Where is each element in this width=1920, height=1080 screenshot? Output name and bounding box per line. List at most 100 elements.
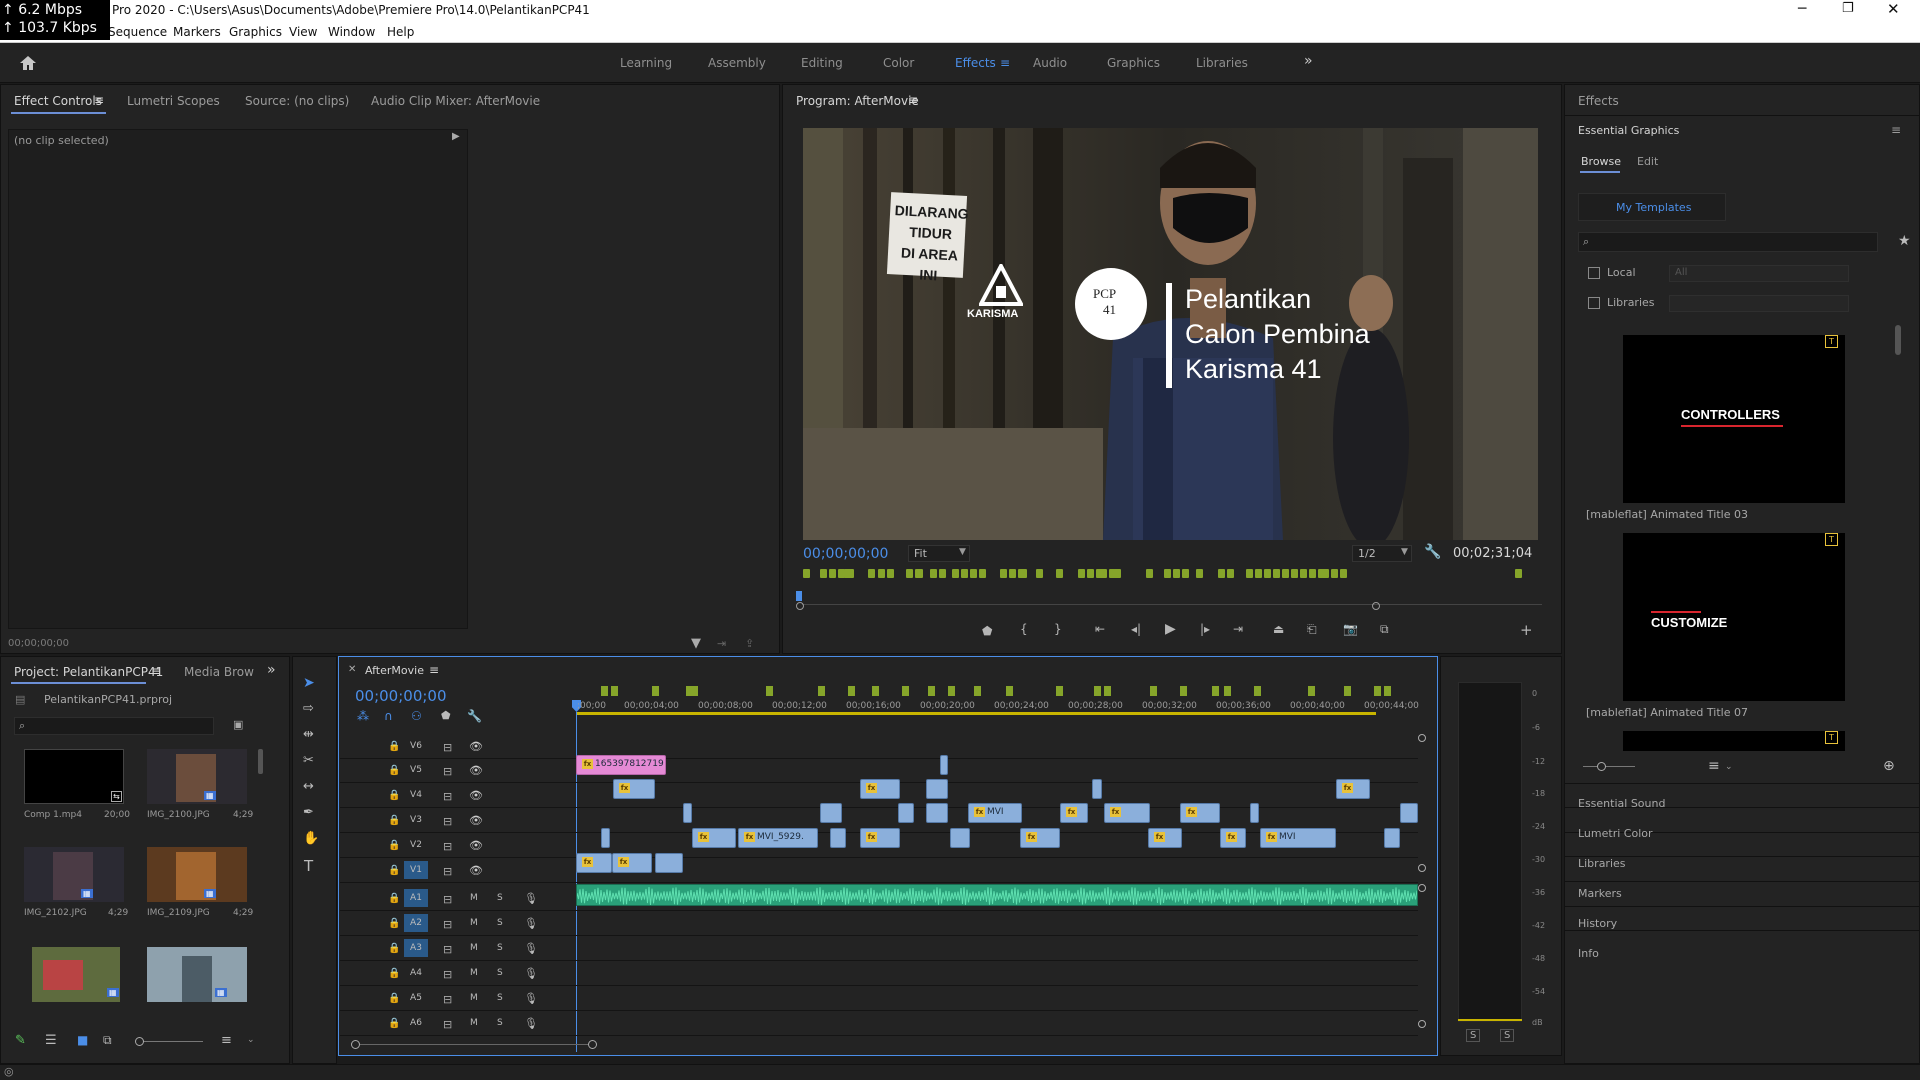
timeline-marker[interactable] <box>1180 686 1187 696</box>
timeline-clip[interactable] <box>940 755 948 775</box>
timeline-marker[interactable] <box>1212 686 1219 696</box>
menu-markers[interactable]: Markers <box>173 25 221 39</box>
timeline-clip[interactable] <box>820 803 842 823</box>
play-icon[interactable]: ▶ <box>1165 621 1176 637</box>
audio-track-scroll-top[interactable] <box>1418 884 1426 892</box>
tab-edit[interactable]: Edit <box>1637 155 1658 168</box>
timeline-clip[interactable]: fx <box>1104 803 1150 823</box>
menu-window[interactable]: Window <box>328 25 375 39</box>
tab-lumetri-scopes[interactable]: Lumetri Scopes <box>127 94 220 108</box>
tab-project[interactable]: Project: PelantikanPCP41 <box>14 665 163 679</box>
template-thumb-3[interactable] <box>1623 731 1845 751</box>
workspace-libraries[interactable]: Libraries <box>1196 56 1248 70</box>
program-marker[interactable] <box>1264 569 1271 578</box>
timeline-clip[interactable] <box>830 828 846 848</box>
program-scrub-bar[interactable] <box>802 604 1542 605</box>
audio-track-scroll-bottom[interactable] <box>1418 1020 1426 1028</box>
settings-wrench-icon[interactable]: 🔧 <box>1424 544 1441 560</box>
new-bin-icon[interactable]: ▣ <box>233 718 243 731</box>
template-2-name[interactable]: [mableflat] Animated Title 07 <box>1586 706 1748 719</box>
timeline-clip[interactable] <box>926 779 948 799</box>
work-area-bar[interactable] <box>576 712 1376 715</box>
workspace-audio[interactable]: Audio <box>1033 56 1067 70</box>
program-marker[interactable] <box>1291 569 1298 578</box>
pencil-icon[interactable]: ✎ <box>15 1033 26 1048</box>
resolution-select[interactable]: 1/2 ▼ <box>1352 545 1412 562</box>
program-marker[interactable] <box>1255 569 1262 578</box>
timeline-marker[interactable] <box>611 686 618 696</box>
program-marker[interactable] <box>1331 569 1338 578</box>
workspace-effects[interactable]: Effects <box>955 56 996 70</box>
workspace-editing[interactable]: Editing <box>801 56 843 70</box>
program-marker[interactable] <box>1000 569 1007 578</box>
timeline-marker[interactable] <box>1224 686 1231 696</box>
type-tool-icon[interactable]: T <box>304 857 313 875</box>
timeline-marker[interactable] <box>652 686 659 696</box>
pen-tool-icon[interactable]: ✒ <box>303 805 314 820</box>
libraries-checkbox[interactable] <box>1588 297 1600 309</box>
timeline-marker[interactable] <box>1056 686 1063 696</box>
timeline-settings-icon[interactable]: 🔧 <box>467 709 482 723</box>
nest-icon[interactable]: ⁂ <box>357 709 369 723</box>
my-templates-button[interactable]: My Templates <box>1578 193 1726 221</box>
program-playhead[interactable] <box>796 591 802 601</box>
workspace-graphics[interactable]: Graphics <box>1107 56 1160 70</box>
scroll-handle-left[interactable] <box>796 602 804 610</box>
timeline-marker[interactable] <box>1308 686 1315 696</box>
template-thumb-1[interactable]: CONTROLLERS <box>1623 335 1845 503</box>
program-marker[interactable] <box>1246 569 1253 578</box>
program-marker[interactable] <box>803 569 810 578</box>
sort-icon[interactable]: ≡ <box>1708 758 1720 774</box>
linked-selection-icon[interactable]: ⚇ <box>411 709 422 723</box>
essential-graphics-menu-icon[interactable]: ≡ <box>1891 123 1901 137</box>
program-marker[interactable] <box>1300 569 1307 578</box>
mark-in-icon[interactable]: { <box>1020 622 1028 636</box>
section-markers[interactable]: Markers <box>1578 887 1622 900</box>
timeline-clip[interactable]: fx <box>860 779 900 799</box>
thumb-size-slider[interactable] <box>1583 766 1635 767</box>
close-button[interactable]: ✕ <box>1887 0 1900 18</box>
timeline-marker[interactable] <box>601 686 608 696</box>
timeline-clip[interactable] <box>1384 828 1400 848</box>
program-marker[interactable] <box>829 569 836 578</box>
timeline-zoom-scroll[interactable] <box>355 1044 595 1045</box>
lift-icon[interactable]: ⏏ <box>1273 622 1284 636</box>
program-marker[interactable] <box>1309 569 1316 578</box>
program-marker[interactable] <box>820 569 827 578</box>
timeline-clip[interactable]: fx <box>1180 803 1220 823</box>
timeline-clip[interactable]: fx <box>1020 828 1060 848</box>
timeline-clip[interactable]: fx <box>1336 779 1370 799</box>
program-marker[interactable] <box>939 569 946 578</box>
more-tabs-icon[interactable]: » <box>267 662 276 678</box>
program-marker[interactable] <box>906 569 913 578</box>
project-item-img2109[interactable] <box>147 847 247 902</box>
project-item-img2100[interactable] <box>147 749 247 804</box>
timeline-marker[interactable] <box>948 686 955 696</box>
timeline-clip[interactable] <box>950 828 970 848</box>
section-libraries[interactable]: Libraries <box>1578 857 1626 870</box>
timeline-marker[interactable] <box>818 686 825 696</box>
program-marker[interactable] <box>961 569 968 578</box>
program-marker[interactable] <box>1218 569 1225 578</box>
scroll-handle-right[interactable] <box>1372 602 1380 610</box>
menu-view[interactable]: View <box>289 25 317 39</box>
solo-left-button[interactable]: S <box>1466 1029 1481 1042</box>
template-1-name[interactable]: [mableflat] Animated Title 03 <box>1586 508 1748 521</box>
program-marker[interactable] <box>1020 569 1027 578</box>
timeline-clip[interactable] <box>1400 803 1418 823</box>
sort-icons-chevron-icon[interactable]: ⌄ <box>247 1035 255 1045</box>
timeline-marker[interactable] <box>902 686 909 696</box>
program-marker[interactable] <box>930 569 937 578</box>
filter-icon[interactable]: ▼ <box>691 636 701 651</box>
program-marker[interactable] <box>878 569 885 578</box>
track-select-tool-icon[interactable]: ⇨ <box>303 701 314 716</box>
more-workspaces-icon[interactable]: » <box>1304 53 1313 69</box>
program-marker[interactable] <box>1036 569 1043 578</box>
program-marker[interactable] <box>1515 569 1522 578</box>
timeline-clip[interactable] <box>683 803 692 823</box>
timeline-marker[interactable] <box>1150 686 1157 696</box>
panel-menu-icon[interactable]: ≡ <box>94 93 104 107</box>
icon-view-icon[interactable]: ■ <box>77 1033 88 1047</box>
program-marker[interactable] <box>868 569 875 578</box>
snap-magnet-icon[interactable]: ∩ <box>384 709 393 723</box>
